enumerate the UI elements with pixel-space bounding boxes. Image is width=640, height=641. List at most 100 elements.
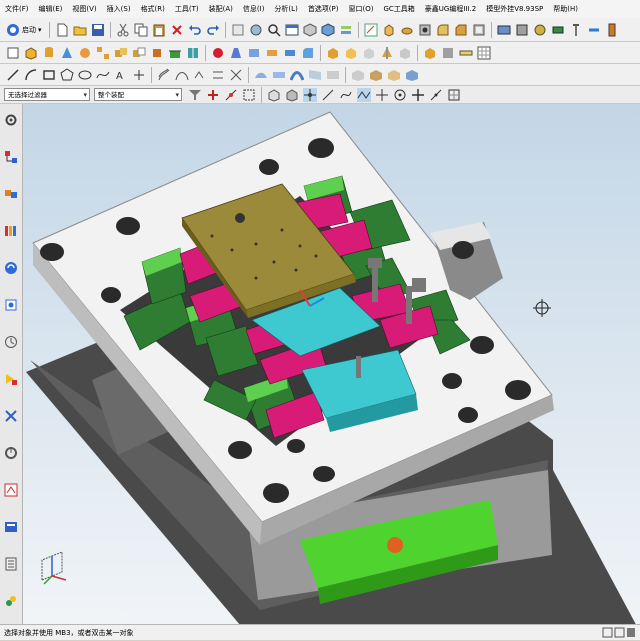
- undo-icon[interactable]: [188, 23, 202, 37]
- extend-sheet-icon[interactable]: [387, 68, 401, 82]
- standard-part-icon[interactable]: [533, 23, 547, 37]
- mold-base-icon[interactable]: [515, 23, 529, 37]
- menu-tools[interactable]: 工具(T): [170, 0, 204, 18]
- trim-sheet-icon[interactable]: [369, 68, 383, 82]
- copy-face-icon[interactable]: [362, 46, 376, 60]
- palette-icon[interactable]: [4, 594, 18, 608]
- mold-wizard-icon[interactable]: [497, 23, 511, 37]
- sphere-icon[interactable]: [78, 46, 92, 60]
- subtract-icon[interactable]: [132, 46, 146, 60]
- menu-gc-toolkit[interactable]: GC工具箱: [378, 0, 419, 18]
- face-rule-icon[interactable]: [285, 88, 299, 102]
- assembly-navigator-icon[interactable]: [4, 150, 18, 164]
- synchronous-icon[interactable]: [326, 46, 340, 60]
- new-file-icon[interactable]: [55, 23, 69, 37]
- ejector-pin-icon[interactable]: [569, 23, 583, 37]
- part-navigator-icon[interactable]: [4, 224, 18, 238]
- offset-face-icon[interactable]: [211, 46, 225, 60]
- point-on-surface-snap-icon[interactable]: [447, 88, 461, 102]
- paste-icon[interactable]: [152, 23, 166, 37]
- patch-icon[interactable]: [405, 68, 419, 82]
- process-studio-icon[interactable]: [4, 446, 18, 460]
- resize-blend-icon[interactable]: [301, 46, 315, 60]
- render-style-icon[interactable]: [321, 22, 335, 37]
- split-body-icon[interactable]: [186, 46, 200, 60]
- mid-point-snap-icon[interactable]: [321, 88, 335, 102]
- cut-icon[interactable]: [116, 23, 130, 37]
- repeat-command-icon[interactable]: [231, 23, 245, 37]
- touch-mode-icon[interactable]: [249, 23, 263, 37]
- rectangle-icon[interactable]: [42, 68, 56, 82]
- body-icon[interactable]: [6, 46, 20, 60]
- control-point-snap-icon[interactable]: [339, 88, 353, 102]
- system-scene-icon[interactable]: [4, 557, 18, 571]
- intersection-snap-icon[interactable]: [357, 87, 371, 102]
- constraint-navigator-icon[interactable]: [4, 187, 18, 201]
- swept-icon[interactable]: [290, 68, 304, 82]
- command-finder-icon[interactable]: [267, 23, 281, 37]
- arc-center-snap-icon[interactable]: [375, 88, 389, 102]
- wave-geometry-icon[interactable]: [423, 46, 437, 60]
- filter-icon[interactable]: [188, 88, 202, 102]
- quadrant-snap-icon[interactable]: [393, 88, 407, 102]
- ellipse-icon[interactable]: [78, 68, 92, 82]
- menu-window[interactable]: 窗口(O): [344, 0, 379, 18]
- project-curve-icon[interactable]: [211, 68, 225, 82]
- selection-scope-select[interactable]: 整个装配: [94, 88, 182, 102]
- text-curve-icon[interactable]: A: [114, 68, 128, 82]
- redo-icon[interactable]: [206, 23, 220, 37]
- snap-icon[interactable]: [224, 88, 238, 102]
- menu-preferences[interactable]: 首选项(P): [303, 0, 344, 18]
- start-button[interactable]: 启动 ▾: [22, 25, 42, 35]
- arc-icon[interactable]: [24, 68, 38, 82]
- manufacturing-wizards-icon[interactable]: [4, 483, 18, 497]
- window-icon[interactable]: [285, 23, 299, 37]
- graphics-window[interactable]: [23, 104, 640, 624]
- sketch-icon[interactable]: [364, 23, 378, 37]
- move-face-icon[interactable]: [265, 46, 279, 60]
- bridge-curve-icon[interactable]: [175, 68, 189, 82]
- mirror-icon[interactable]: [380, 46, 394, 60]
- cooling-icon[interactable]: [587, 23, 601, 37]
- delete-icon[interactable]: [170, 23, 184, 37]
- menu-help[interactable]: 帮助(H): [548, 0, 583, 18]
- menu-edit[interactable]: 编辑(E): [34, 0, 68, 18]
- replace-face-icon[interactable]: [247, 46, 261, 60]
- menu-view[interactable]: 视图(V): [67, 0, 101, 18]
- menu-assembly[interactable]: 装配(A): [204, 0, 238, 18]
- menu-haoxin-ug[interactable]: 豪鑫UG编程III.2: [420, 0, 481, 18]
- point-on-curve-snap-icon[interactable]: [429, 88, 443, 102]
- sew-icon[interactable]: [351, 68, 365, 82]
- curve-rule-icon[interactable]: [267, 88, 281, 102]
- save-icon[interactable]: [91, 23, 105, 37]
- roles-icon[interactable]: [4, 520, 18, 534]
- cone-icon[interactable]: [60, 46, 74, 60]
- line-icon[interactable]: [6, 68, 20, 82]
- surface-icon[interactable]: [254, 68, 268, 82]
- shell-icon[interactable]: [472, 23, 486, 37]
- existing-point-snap-icon[interactable]: [411, 88, 425, 102]
- menu-file[interactable]: 文件(F): [0, 0, 34, 18]
- intersect-icon[interactable]: [150, 46, 164, 60]
- revolve-icon[interactable]: [400, 23, 414, 37]
- chamfer-icon[interactable]: [454, 23, 468, 37]
- open-file-icon[interactable]: [73, 23, 87, 37]
- block-icon[interactable]: [24, 46, 38, 60]
- point-icon[interactable]: [132, 68, 146, 82]
- copy-icon[interactable]: [134, 23, 148, 37]
- unite-icon[interactable]: [114, 46, 128, 60]
- cylinder-icon[interactable]: [42, 46, 56, 60]
- add-icon[interactable]: [206, 88, 220, 102]
- pull-face-icon[interactable]: [398, 46, 412, 60]
- join-curve-icon[interactable]: [193, 68, 207, 82]
- view-orient-icon[interactable]: [303, 22, 317, 37]
- menu-mold-plugin[interactable]: 模型外挂V8.93SP: [481, 0, 548, 18]
- through-curves-icon[interactable]: [272, 68, 286, 82]
- extrude-icon[interactable]: [382, 23, 396, 37]
- hole-icon[interactable]: [418, 23, 432, 37]
- menu-insert[interactable]: 插入(S): [102, 0, 136, 18]
- menu-information[interactable]: 信息(I): [238, 0, 270, 18]
- delete-face-icon[interactable]: [283, 46, 297, 60]
- menu-format[interactable]: 格式(R): [136, 0, 170, 18]
- electrode-icon[interactable]: [605, 23, 619, 37]
